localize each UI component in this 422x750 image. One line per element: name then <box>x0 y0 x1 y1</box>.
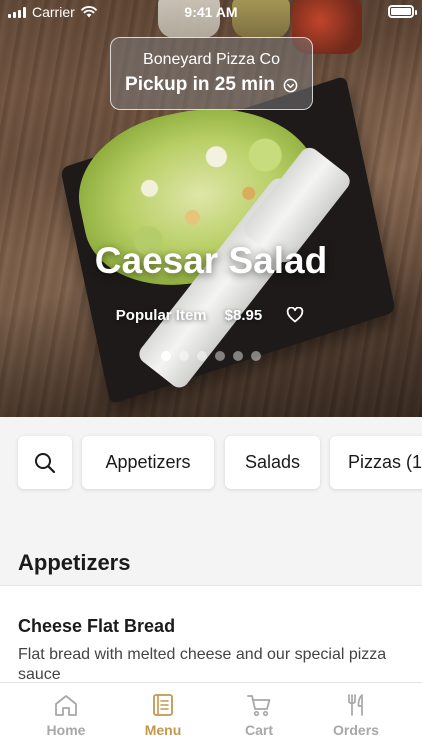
search-icon <box>35 452 56 473</box>
cart-icon <box>247 695 271 717</box>
pickup-selector[interactable]: Boneyard Pizza Co Pickup in 25 min <box>110 37 313 110</box>
carousel-dots[interactable] <box>0 351 422 361</box>
hero-item-title: Caesar Salad <box>94 240 328 281</box>
search-button[interactable] <box>18 436 72 489</box>
popular-badge: Popular Item <box>115 306 207 324</box>
carousel-dot[interactable] <box>233 351 243 361</box>
hero-item-price: $8.95 <box>224 306 263 324</box>
tab-orders-label: Orders <box>333 722 379 738</box>
tab-cart-label: Cart <box>244 722 273 738</box>
status-time: 9:41 AM <box>184 4 238 20</box>
favorite-button[interactable] <box>284 304 306 326</box>
tab-bar: Home Menu Cart Orders <box>0 682 422 750</box>
carousel-dot[interactable] <box>251 351 261 361</box>
status-bar: Carrier 9:41 AM <box>0 0 422 24</box>
carousel-dot[interactable] <box>179 351 189 361</box>
menu-item[interactable]: Cheese Flat Bread Flat bread with melted… <box>0 587 422 682</box>
pickup-eta: Pickup in 25 min <box>125 74 298 96</box>
menu-book-icon <box>153 694 173 716</box>
category-chip-appetizers[interactable]: Appetizers <box>82 436 214 489</box>
tab-home-label: Home <box>46 722 86 738</box>
battery-icon <box>388 5 417 18</box>
carousel-dot[interactable] <box>161 351 171 361</box>
category-chip-pizzas[interactable]: Pizzas (1 <box>330 436 422 489</box>
carousel-dot[interactable] <box>197 351 207 361</box>
tab-menu[interactable]: Menu <box>115 683 211 750</box>
tab-home[interactable]: Home <box>18 683 114 750</box>
section-title: Appetizers <box>18 550 131 575</box>
fork-knife-icon <box>348 694 363 716</box>
category-bar[interactable]: Appetizers Salads Pizzas (1 <box>0 417 422 514</box>
hero-item-meta: Popular Item $8.95 <box>0 304 422 326</box>
menu-item-description: Flat bread with melted cheese and our sp… <box>18 646 387 682</box>
tab-cart[interactable]: Cart <box>211 683 307 750</box>
carousel-dot[interactable] <box>215 351 225 361</box>
menu-item-name: Cheese Flat Bread <box>18 616 176 636</box>
home-icon <box>55 695 77 716</box>
category-chip-salads[interactable]: Salads <box>225 436 320 489</box>
tab-menu-label: Menu <box>144 722 182 738</box>
heart-outline-icon <box>286 307 304 323</box>
chevron-circle-down-icon <box>283 78 298 92</box>
section-header: Appetizers <box>0 514 422 586</box>
hero-banner[interactable]: Carrier 9:41 AM Boneyard Pizza Co Pickup… <box>0 0 422 417</box>
pickup-eta-label: Pickup in 25 min <box>125 74 275 95</box>
store-name: Boneyard Pizza Co <box>143 51 280 68</box>
tab-orders[interactable]: Orders <box>308 683 404 750</box>
